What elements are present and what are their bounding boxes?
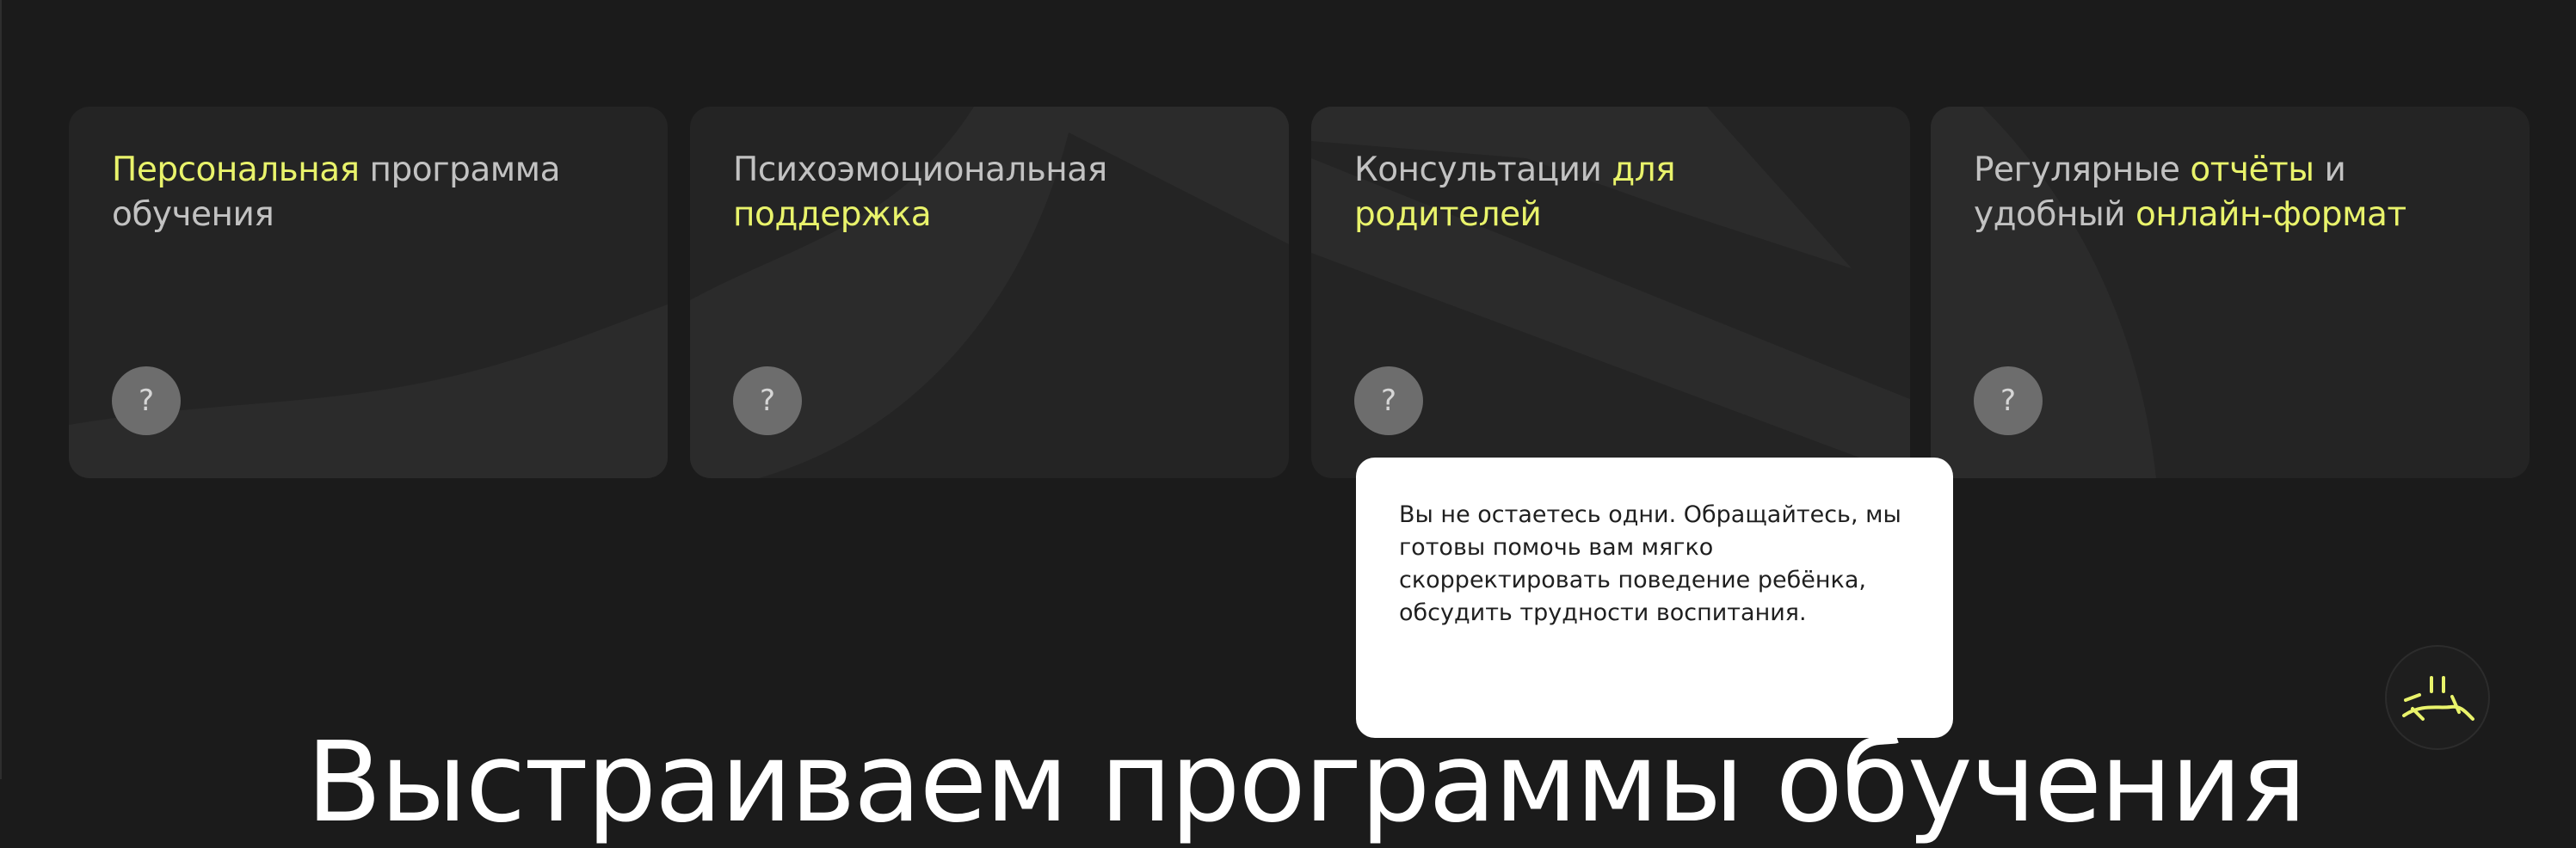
- help-button[interactable]: ?: [1354, 366, 1423, 435]
- tooltip-text: Вы не остаетесь одни. Обращайтесь, мы го…: [1399, 501, 1901, 626]
- page-left-border: [0, 0, 2, 779]
- help-button[interactable]: ?: [112, 366, 181, 435]
- help-button[interactable]: ?: [1974, 366, 2043, 435]
- card-title-highlight: поддержка: [733, 195, 932, 234]
- help-button[interactable]: ?: [733, 366, 802, 435]
- card-title: Регулярные отчёты и удобный онлайн-форма…: [1974, 148, 2490, 237]
- feature-card-parent-consultations: Консультации для родителей ?: [1311, 107, 1910, 478]
- mascot-button[interactable]: [2385, 645, 2490, 750]
- smiley-mascot-icon: [2402, 676, 2474, 721]
- card-title: Консультации для родителей: [1354, 148, 1870, 237]
- section-heading: Выстраиваем программы обучения: [306, 719, 2307, 847]
- question-mark-icon: ?: [2000, 384, 2017, 418]
- feature-card-personal-program: Персональная программа обучения ?: [69, 107, 668, 478]
- feature-card-psychoemotional-support: Психоэмоциональная поддержка ?: [690, 107, 1289, 478]
- card-title-highlight: отчёты: [2190, 151, 2314, 189]
- help-tooltip: Вы не остаетесь одни. Обращайтесь, мы го…: [1356, 458, 1953, 738]
- card-title: Персональная программа обучения: [112, 148, 628, 237]
- card-title-highlight: Персональная: [112, 151, 360, 189]
- card-title: Психоэмоциональная поддержка: [733, 148, 1249, 237]
- question-mark-icon: ?: [1380, 384, 1397, 418]
- question-mark-icon: ?: [759, 384, 776, 418]
- card-title-highlight: онлайн-формат: [2135, 195, 2407, 234]
- question-mark-icon: ?: [138, 384, 155, 418]
- card-title-text: Психоэмоциональная: [733, 151, 1107, 189]
- feature-card-reports-online: Регулярные отчёты и удобный онлайн-форма…: [1931, 107, 2530, 478]
- card-title-text: Регулярные: [1974, 151, 2191, 189]
- card-title-text: Консультации: [1354, 151, 1612, 189]
- features-grid: Персональная программа обучения ? Психоэ…: [69, 107, 2530, 478]
